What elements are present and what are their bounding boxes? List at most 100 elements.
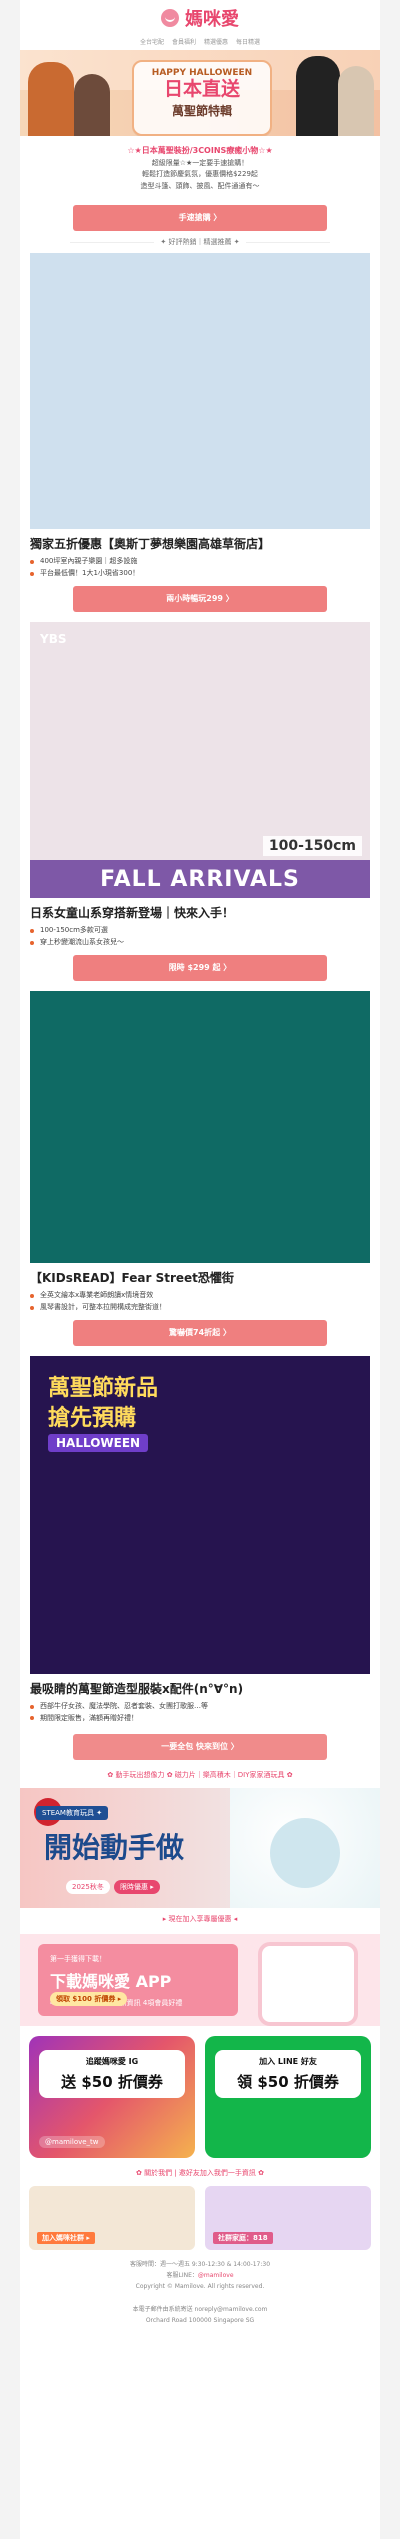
phone-mockup: [258, 1942, 358, 2027]
halloween-hero[interactable]: HAPPY HALLOWEEN 日本直送 萬聖節特輯: [20, 50, 380, 136]
section-2-image[interactable]: YBS 100-150cm FALL ARRIVALS: [30, 622, 370, 899]
halloween-banner-2: 搶先預購: [48, 1405, 137, 1431]
steam-product-image: [230, 1788, 380, 1909]
bullet-text: 期間限定販售，滿額再贈好禮！: [40, 1713, 138, 1722]
bullet-row: 期間限定販售，滿額再贈好禮！: [30, 1713, 370, 1725]
intro-line-2: 輕鬆打造節慶氣氛，優惠價格$229起: [142, 170, 258, 179]
app-download-banner[interactable]: 第一手獲得下載！ 下載媽咪愛 APP 4項全新功能 第一手最新資訊 4項會員好禮…: [20, 1934, 380, 2027]
divider: [70, 241, 155, 243]
footer-line-link[interactable]: @mamilove: [198, 2272, 234, 2279]
intro-button[interactable]: 手速搶購 〉: [73, 205, 327, 232]
nav-item[interactable]: 每日精選: [236, 37, 260, 46]
bullet-row: 穿上秒變潮流山系女孩兒～: [30, 937, 370, 949]
bullet-icon: [30, 940, 34, 945]
hero-kid-4: [338, 66, 374, 136]
subtitle-text: ✦ 好評熱銷｜精選推薦 ✦: [160, 238, 240, 247]
bullet-icon: [30, 1704, 34, 1709]
bullet-row: 400坪室內親子樂園｜超多設施: [30, 556, 370, 568]
section-1-title: 獨家五折優惠【奧斯丁夢想樂園高雄草衙店】: [30, 537, 271, 552]
nav-item[interactable]: 會員福利: [172, 37, 196, 46]
bullet-icon: [30, 1305, 34, 1310]
bullet-text: 全英文繪本x專業老師朗讀x情境音效: [40, 1290, 154, 1299]
brand-logo[interactable]: 媽咪愛: [161, 5, 239, 31]
social-promos: 追蹤媽咪愛 IG 送 $50 折價券 @mamilove_tw 加入 LINE …: [20, 2036, 380, 2159]
steam-tagline: STEAM教育玩具 ✦: [36, 1806, 109, 1821]
footer-2: 本電子郵件由系統寄送 noreply@mamilove.com Orchard …: [20, 2305, 380, 2327]
bullet-text: 西部牛仔女孩、魔法學院、忍者套裝、女團打歌服…等: [40, 1701, 208, 1710]
bullet-text: 穿上秒變潮流山系女孩兒～: [40, 937, 124, 946]
bullet-icon: [30, 928, 34, 933]
bullet-row: 平台最低價！1大1小現省300！: [30, 568, 370, 580]
top-nav: 全台宅配 會員福利 精選優惠 每日精選: [140, 37, 260, 46]
bullet-text: 400坪室內親子樂園｜超多設施: [40, 557, 138, 566]
section-4-title: 最吸睛的萬聖節造型服裝x配件(n°∀°n): [30, 1681, 244, 1696]
instagram-handle: @mamilove_tw: [39, 2136, 105, 2149]
community-card-right-label: 社群家庭：818: [213, 2232, 273, 2245]
section-4-button[interactable]: 一要全包 快來到位 〉: [73, 1734, 327, 1761]
nav-item[interactable]: 精選優惠: [204, 37, 228, 46]
section-3-title: 【KIDsREAD】Fear Street恐懼街: [30, 1270, 234, 1285]
footer-line-2-prefix: 客服LINE：: [166, 2272, 198, 2280]
section-4: 萬聖節新品 搶先預購 HALLOWEEN 最吸睛的萬聖節造型服裝x配件(n°∀°…: [30, 1355, 370, 1761]
section-2: YBS 100-150cm FALL ARRIVALS 日系女童山系穿搭新登場｜…: [30, 622, 370, 981]
bullet-row: 全英文繪本x專業老師朗讀x情境音效: [30, 1290, 370, 1302]
steam-pill-2[interactable]: 限時優惠 ▸: [114, 1880, 160, 1895]
nav-item[interactable]: 全台宅配: [140, 37, 164, 46]
about-share-title: ✿ 關於我們 | 邀好友加入我們一手資訊 ✿: [136, 2169, 264, 2178]
community-card-right[interactable]: 社群家庭：818: [205, 2186, 371, 2251]
line-promo-inner: 加入 LINE 好友 領 $50 折價券: [215, 2050, 361, 2099]
line-promo-line-1: 加入 LINE 好友: [259, 2057, 317, 2067]
community-card-left[interactable]: 加入媽咪社群 ▸: [29, 2186, 195, 2251]
hero-line-1: HAPPY HALLOWEEN: [151, 68, 253, 78]
footer-line-1: 客服時間：週一～週五 9:30-12:30 & 14:00-17:30: [129, 2261, 271, 2269]
coupon-pill[interactable]: 領取 $100 折價券 ▸: [50, 1992, 128, 2007]
bullet-row: 100-150cm多款可選: [30, 925, 370, 937]
steam-banner[interactable]: CAN STEAM教育玩具 ✦ 開始動手做 2025秋冬 限時優惠 ▸: [20, 1788, 380, 1909]
size-label: 100-150cm: [262, 836, 362, 857]
intro-headline: ☆★日本萬聖裝扮/3COINS療癒小物☆★: [127, 146, 273, 155]
footer-line-3: Copyright © Mamilove. All rights reserve…: [135, 2282, 265, 2290]
section-3-button[interactable]: 驚嚇價74折起 〉: [73, 1319, 327, 1346]
subtitle-1: ✦ 好評熱銷｜精選推薦 ✦: [20, 237, 380, 247]
hero-kid-1: [28, 62, 74, 136]
footer-line-2: 客服LINE：@mamilove: [20, 2271, 380, 2282]
line-promo-card[interactable]: 加入 LINE 好友 領 $50 折價券: [205, 2036, 371, 2159]
bullet-text: 風琴書設計，可整本拉開構成完整街道！: [40, 1302, 166, 1311]
bullet-row: 西部牛仔女孩、魔法學院、忍者套裝、女團打歌服…等: [30, 1701, 370, 1713]
steam-pill-1: 2025秋冬: [66, 1880, 110, 1895]
smile-icon: [161, 8, 179, 27]
toy-strip-title: ✿ 動手玩出想像力 ✿ 磁力片｜樂高積木｜DIY家家酒玩具 ✿: [107, 1771, 293, 1780]
instagram-promo-line-1: 追蹤媽咪愛 IG: [85, 2057, 139, 2067]
footer-line-5: Orchard Road 100000 Singapore SG: [145, 2316, 255, 2324]
fall-arrivals-banner: FALL ARRIVALS: [30, 860, 370, 899]
intro: ☆★日本萬聖裝扮/3COINS療癒小物☆★ 超級限量☆★一定要手速搶購！ 輕鬆打…: [20, 136, 380, 199]
app-line-1: 第一手獲得下載！: [50, 1955, 106, 1964]
community-cards: 加入媽咪社群 ▸ 社群家庭：818: [20, 2186, 380, 2251]
header: 媽咪愛 全台宅配 會員福利 精選優惠 每日精選: [20, 0, 380, 50]
section-4-image[interactable]: 萬聖節新品 搶先預購 HALLOWEEN: [30, 1355, 370, 1674]
instagram-promo-line-2: 送 $50 折價券: [61, 2073, 163, 2092]
instagram-promo-inner: 追蹤媽咪愛 IG 送 $50 折價券: [39, 2050, 185, 2099]
bullet-icon: [30, 560, 34, 565]
section-3-image[interactable]: [30, 990, 370, 1263]
app-line-2: 下載媽咪愛 APP: [50, 1972, 172, 1992]
section-1-image[interactable]: [30, 253, 370, 530]
hero-kid-3: [296, 56, 340, 136]
section-3: 【KIDsREAD】Fear Street恐懼街 全英文繪本x專業老師朗讀x情境…: [30, 990, 370, 1346]
halloween-banner-3: HALLOWEEN: [48, 1433, 149, 1452]
line-promo-line-2: 領 $50 折價券: [237, 2073, 339, 2092]
section-2-title: 日系女童山系穿搭新登場｜快來入手！: [30, 906, 235, 921]
section-2-bullets: 100-150cm多款可選 穿上秒變潮流山系女孩兒～: [30, 925, 370, 949]
app-download-card: 第一手獲得下載！ 下載媽咪愛 APP 4項全新功能 第一手最新資訊 4項會員好禮…: [38, 1944, 238, 2017]
hero-kid-2: [74, 74, 110, 136]
section-1-button[interactable]: 兩小時暢玩299 〉: [73, 586, 327, 613]
instagram-promo-card[interactable]: 追蹤媽咪愛 IG 送 $50 折價券 @mamilove_tw: [29, 2036, 195, 2159]
section-1-bullets: 400坪室內親子樂園｜超多設施 平台最低價！1大1小現省300！: [30, 556, 370, 580]
bullet-icon: [30, 572, 34, 577]
section-2-button[interactable]: 限時 $299 起 〉: [73, 954, 327, 981]
email-page: 媽咪愛 全台宅配 會員福利 精選優惠 每日精選 HAPPY HALLOWEEN …: [20, 0, 380, 2539]
signup-hint: ▸ 現在加入享專屬優惠 ◂: [162, 1915, 238, 1924]
intro-line-3: 造型斗篷、頭飾、披風、配件通通有～: [140, 182, 260, 191]
halloween-banner-1: 萬聖節新品: [48, 1375, 159, 1401]
hero-title-card: HAPPY HALLOWEEN 日本直送 萬聖節特輯: [132, 60, 272, 136]
